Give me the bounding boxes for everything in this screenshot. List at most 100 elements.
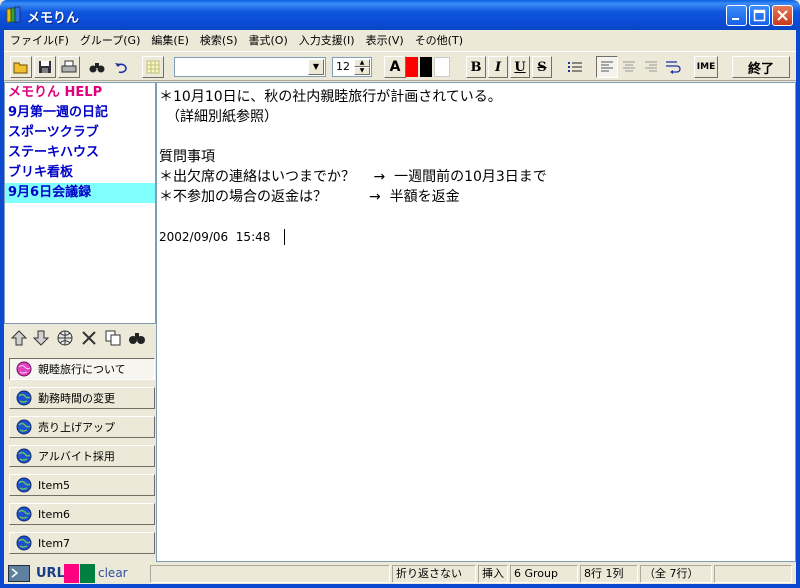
memo-item[interactable]: 9月第一週の日記 — [5, 103, 155, 123]
status-insert-mode: 挿入 — [478, 565, 508, 583]
align-right-button[interactable] — [640, 56, 662, 78]
insert-table-button[interactable] — [142, 56, 164, 78]
font-color-button[interactable]: A — [384, 56, 406, 78]
group-label: Item6 — [38, 507, 71, 521]
status-total-lines: （全 7行） — [640, 565, 712, 583]
close-icon — [777, 10, 788, 21]
group-label: Item7 — [38, 536, 71, 550]
menu-other[interactable]: その他(T) — [409, 32, 468, 48]
print-button[interactable] — [58, 56, 80, 78]
group-list: 親睦旅行について 勤務時間の変更 売り上げアップ アルバイト採用 Item5 I… — [4, 352, 156, 562]
blue-globe-icon — [16, 448, 32, 464]
delete-x-icon[interactable] — [80, 329, 98, 347]
toolbar: ▼ 12 ▲ ▼ A B I U S IME 終了 — [4, 51, 796, 81]
status-bar: URL clear 折り返さない 挿入 6 Group 8行 1列 （全 7行） — [4, 563, 796, 584]
open-button[interactable] — [10, 56, 32, 78]
group-label: 売り上げアップ — [38, 421, 115, 434]
find-button[interactable] — [86, 56, 108, 78]
color-swatch-pink[interactable] — [64, 564, 79, 583]
printer-icon — [61, 60, 77, 73]
strikethrough-button[interactable]: S — [532, 56, 552, 78]
minimize-icon — [732, 18, 739, 20]
group-button-2[interactable]: 勤務時間の変更 — [9, 387, 155, 409]
copy-icon[interactable] — [104, 329, 122, 347]
group-button-6[interactable]: Item6 — [9, 503, 155, 525]
blue-globe-icon — [16, 535, 32, 551]
color-swatch-white[interactable] — [434, 57, 450, 77]
web-globe-icon[interactable] — [56, 329, 74, 347]
color-swatch-green[interactable] — [80, 564, 95, 583]
group-button-7[interactable]: Item7 — [9, 532, 155, 554]
editor-line: ＊出欠席の連絡はいつまでか？ → 一週間前の10月3日まで — [159, 169, 547, 185]
pink-globe-icon — [16, 361, 32, 377]
group-label: アルバイト採用 — [38, 450, 115, 463]
font-size-stepper[interactable]: 12 ▲ ▼ — [332, 57, 372, 77]
clear-button[interactable]: clear — [98, 566, 128, 580]
menu-group[interactable]: グループ(G) — [74, 32, 145, 48]
wrap-button[interactable] — [662, 56, 684, 78]
bullet-list-icon — [568, 62, 582, 72]
chevron-down-icon[interactable]: ▼ — [308, 59, 324, 75]
menu-input-support[interactable]: 入力支援(I) — [293, 32, 360, 48]
memo-item-selected[interactable]: 9月6日会議録 — [5, 183, 155, 203]
status-cursor-position: 8行 1列 — [580, 565, 638, 583]
app-book-icon — [6, 6, 21, 23]
close-button[interactable] — [772, 5, 793, 26]
move-up-arrow-icon[interactable] — [10, 329, 28, 347]
move-down-arrow-icon[interactable] — [32, 329, 50, 347]
window-frame-bottom — [0, 584, 800, 588]
undo-button[interactable] — [110, 56, 132, 78]
blue-globe-icon — [16, 390, 32, 406]
exit-button[interactable]: 終了 — [732, 56, 790, 78]
italic-button[interactable]: I — [488, 56, 508, 78]
align-center-icon — [623, 61, 635, 72]
font-size-value: 12 — [336, 60, 350, 73]
align-center-button[interactable] — [618, 56, 640, 78]
menu-format[interactable]: 書式(O) — [243, 32, 293, 48]
minimize-button[interactable] — [726, 5, 747, 26]
bold-button[interactable]: B — [466, 56, 486, 78]
group-button-4[interactable]: アルバイト採用 — [9, 445, 155, 467]
status-wrap: 折り返さない — [392, 565, 476, 583]
console-icon[interactable] — [8, 565, 30, 582]
color-swatch-black[interactable] — [420, 57, 432, 77]
group-button-5[interactable]: Item5 — [9, 474, 155, 496]
open-folder-icon — [13, 62, 28, 74]
save-disk-icon — [39, 61, 51, 73]
memo-item[interactable]: ブリキ看板 — [5, 163, 155, 183]
find-binoculars-icon[interactable] — [128, 329, 146, 347]
memo-editor[interactable]: ＊10月10日に、秋の社内親睦旅行が計画されている。 （詳細別紙参照） 質問事項… — [156, 82, 796, 562]
memo-item-help[interactable]: メモりん HELP — [5, 83, 155, 103]
memo-item[interactable]: ステーキハウス — [5, 143, 155, 163]
group-label: Item5 — [38, 478, 71, 492]
memo-list: メモりん HELP 9月第一週の日記 スポーツクラブ ステーキハウス ブリキ看板… — [4, 82, 156, 324]
group-label: 勤務時間の変更 — [38, 392, 115, 405]
save-button[interactable] — [34, 56, 56, 78]
font-name-select[interactable]: ▼ — [174, 57, 326, 77]
menu-search[interactable]: 検索(S) — [194, 32, 243, 48]
menu-edit[interactable]: 編集(E) — [145, 32, 194, 48]
color-swatch-red[interactable] — [406, 57, 418, 77]
blue-globe-icon — [16, 419, 32, 435]
editor-line: 質問事項 — [159, 149, 215, 165]
editor-line: （詳細別紙参照） — [159, 109, 278, 125]
menu-view[interactable]: 表示(V) — [360, 32, 409, 48]
bullet-list-button[interactable] — [564, 56, 586, 78]
menu-file[interactable]: ファイル(F) — [4, 32, 74, 48]
group-button-1[interactable]: 親睦旅行について — [9, 358, 155, 380]
table-icon — [146, 60, 160, 74]
align-left-button[interactable] — [596, 56, 618, 78]
text-caret — [284, 229, 285, 245]
status-message — [150, 565, 390, 583]
ime-button[interactable]: IME — [694, 56, 718, 78]
group-button-3[interactable]: 売り上げアップ — [9, 416, 155, 438]
title-bar: メモりん — [0, 0, 800, 30]
undo-icon — [115, 63, 127, 74]
url-button[interactable]: URL — [36, 566, 65, 581]
maximize-button[interactable] — [749, 5, 770, 26]
spin-up-icon[interactable]: ▲ — [354, 59, 370, 67]
wrap-text-icon — [666, 61, 681, 74]
spin-down-icon[interactable]: ▼ — [354, 67, 370, 75]
memo-item[interactable]: スポーツクラブ — [5, 123, 155, 143]
underline-button[interactable]: U — [510, 56, 530, 78]
